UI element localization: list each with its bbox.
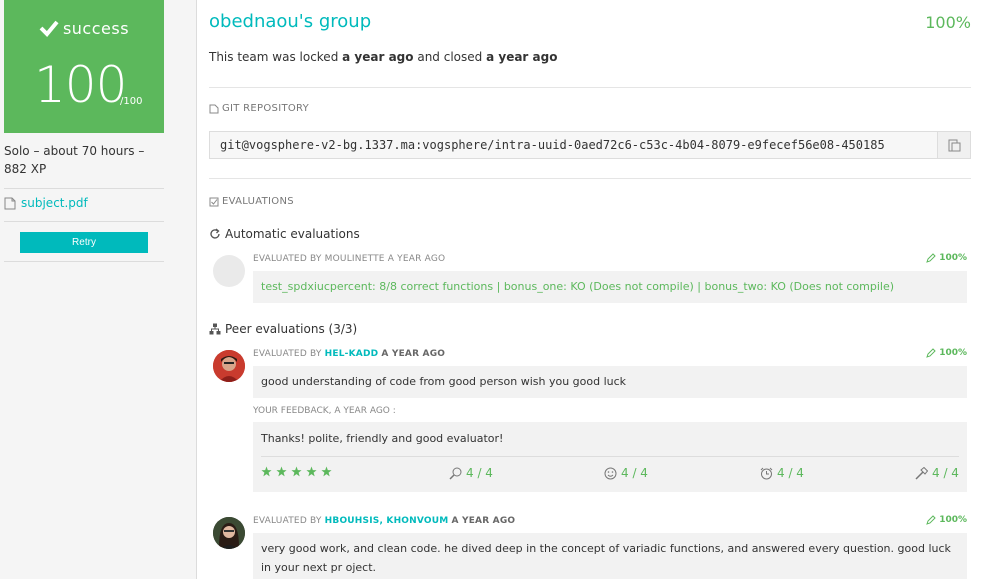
score-value: 100 — [34, 56, 127, 114]
evaluator-avatar[interactable] — [213, 517, 245, 549]
auto-eval-header: EVALUATED BY MOULINETTE A YEAR AGO — [253, 254, 445, 264]
git-repo-heading: GIT REPOSITORY — [209, 103, 309, 114]
star-icon — [276, 466, 287, 477]
git-repo-heading-label: GIT REPOSITORY — [222, 103, 310, 114]
subject-link-label[interactable]: subject.pdf — [21, 196, 88, 210]
peer-eval-by: EVALUATED BY — [253, 516, 322, 526]
feedback-heading: YOUR FEEDBACK, A YEAR AGO : — [253, 406, 396, 416]
divider — [4, 261, 164, 262]
evaluator-login[interactable]: HBOUHSIS, KHONVOUM — [325, 516, 449, 526]
rating-friendly: 4 / 4 — [604, 466, 648, 480]
rating-interested-value: 4 / 4 — [932, 466, 959, 480]
clipboard-icon — [948, 139, 961, 152]
automatic-evaluations-label: Automatic evaluations — [225, 227, 360, 241]
peer-eval-header: EVALUATED BY HEL-KADD A YEAR AGO — [253, 349, 445, 359]
auto-eval-percent-label: 100% — [939, 253, 967, 263]
divider — [4, 221, 164, 222]
status-box: success 100 /100 — [4, 0, 164, 133]
peer-evaluations-heading: Peer evaluations (3/3) — [209, 322, 357, 336]
retry-button[interactable]: Retry — [20, 232, 148, 253]
team-status: This team was locked a year ago and clos… — [209, 50, 557, 64]
peer-eval-comment: very good work, and clean code. he dived… — [253, 533, 967, 579]
avatar-image — [213, 350, 245, 382]
alarm-clock-icon — [760, 467, 773, 479]
status-label: success — [62, 19, 130, 38]
avatar-image — [213, 517, 245, 549]
repo-url-input[interactable]: git@vogsphere-v2-bg.1337.ma:vogsphere/in… — [210, 132, 937, 158]
auto-eval-result: test_spdxiucpercent: 8/8 correct functio… — [253, 271, 967, 303]
peer-eval-by: EVALUATED BY — [253, 349, 322, 359]
divider — [209, 178, 971, 179]
pencil-check-icon — [926, 348, 936, 358]
sidebar: success 100 /100 Solo – about 70 hours –… — [0, 0, 197, 579]
moulinette-avatar — [213, 255, 245, 287]
magnifier-icon — [449, 467, 462, 480]
pencil-check-icon — [926, 253, 936, 263]
check-icon — [39, 20, 59, 37]
peer-eval-when: A YEAR AGO — [381, 349, 446, 359]
closed-time: a year ago — [486, 50, 558, 64]
star-rating — [261, 466, 332, 477]
rating-interested: 4 / 4 — [915, 466, 959, 480]
copy-repo-button[interactable] — [937, 132, 970, 158]
star-icon — [261, 466, 272, 477]
star-icon — [291, 466, 302, 477]
locked-prefix: This team was locked — [209, 50, 339, 64]
auto-eval-when: A YEAR AGO — [387, 254, 446, 264]
hammer-icon — [915, 466, 928, 480]
evaluations-heading: EVALUATIONS — [209, 196, 294, 207]
rating-nice-value: 4 / 4 — [466, 466, 493, 480]
project-meta: Solo – about 70 hours – 882 XP — [4, 144, 145, 176]
repo-field: git@vogsphere-v2-bg.1337.ma:vogsphere/in… — [209, 131, 971, 159]
checklist-icon — [209, 197, 219, 206]
main-content: obednaou's group 100% This team was lock… — [209, 0, 971, 579]
rating-nice: 4 / 4 — [449, 466, 493, 480]
status-label-wrap: success — [4, 18, 164, 38]
peer-eval-percent: 100% — [926, 515, 967, 525]
divider — [209, 87, 971, 88]
smile-icon — [604, 467, 617, 479]
divider — [261, 456, 959, 457]
evaluator-login[interactable]: HEL-KADD — [325, 349, 379, 359]
peer-eval-percent-label: 100% — [939, 348, 967, 358]
sitemap-icon — [209, 323, 221, 335]
evaluations-heading-label: EVALUATIONS — [222, 196, 294, 207]
file-icon — [4, 197, 16, 209]
rating-punctual: 4 / 4 — [760, 466, 804, 480]
git-file-icon — [209, 104, 219, 113]
rating-punctual-value: 4 / 4 — [777, 466, 804, 480]
rating-friendly-value: 4 / 4 — [621, 466, 648, 480]
peer-eval-when: A YEAR AGO — [451, 516, 516, 526]
feedback-ratings: 4 / 4 4 / 4 4 / 4 4 / 4 — [253, 456, 967, 492]
peer-eval-percent: 100% — [926, 348, 967, 358]
peer-eval-percent-label: 100% — [939, 515, 967, 525]
subject-link[interactable]: subject.pdf — [4, 196, 88, 210]
pencil-check-icon — [926, 515, 936, 525]
score-max: /100 — [120, 96, 143, 107]
auto-eval-by: EVALUATED BY MOULINETTE — [253, 254, 385, 264]
closed-prefix: and closed — [417, 50, 483, 64]
feedback-text: Thanks! polite, friendly and good evalua… — [253, 422, 967, 456]
peer-eval-header: EVALUATED BY HBOUHSIS, KHONVOUM A YEAR A… — [253, 516, 515, 526]
group-percent: 100% — [925, 13, 971, 32]
star-icon — [321, 466, 332, 477]
group-title[interactable]: obednaou's group — [209, 11, 371, 32]
automatic-evaluations-heading: Automatic evaluations — [209, 227, 360, 241]
locked-time: a year ago — [342, 50, 414, 64]
divider — [4, 188, 164, 189]
auto-eval-percent: 100% — [926, 253, 967, 263]
peer-eval-comment: good understanding of code from good per… — [253, 366, 967, 398]
star-icon — [306, 466, 317, 477]
refresh-icon — [210, 228, 220, 239]
peer-evaluations-label: Peer evaluations (3/3) — [225, 322, 358, 336]
evaluator-avatar[interactable] — [213, 350, 245, 382]
